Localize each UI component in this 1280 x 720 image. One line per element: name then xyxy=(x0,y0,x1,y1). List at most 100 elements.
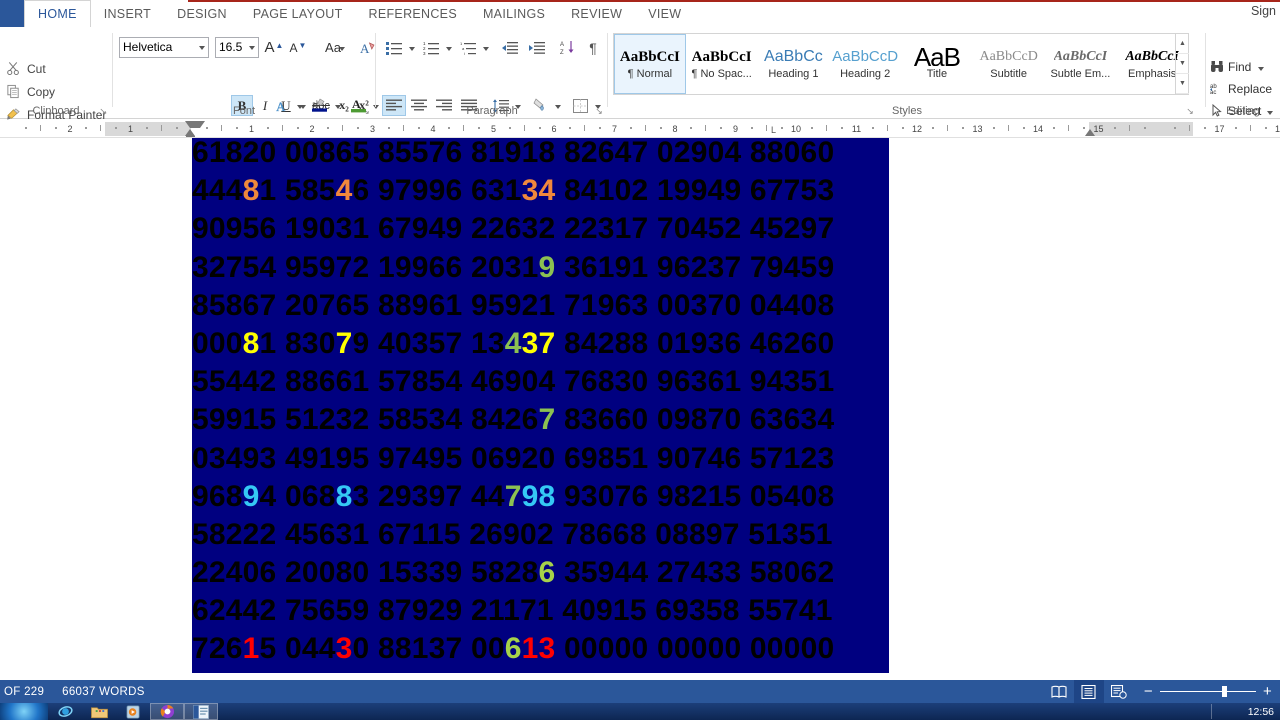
word-count-status[interactable]: 66037 WORDS xyxy=(62,686,145,698)
ribbon-tab-design[interactable]: DESIGN xyxy=(164,0,240,27)
digit-group-space xyxy=(741,365,750,398)
decrease-indent-button[interactable] xyxy=(497,37,522,58)
digit-group-space xyxy=(555,403,564,436)
media-player-icon[interactable] xyxy=(116,703,150,720)
digit-group-space xyxy=(276,327,285,360)
digit-run: 58222 xyxy=(192,517,277,551)
style-item-normal[interactable]: AaBbCcI ¶ Normal xyxy=(614,34,686,94)
ruler-half-tick xyxy=(826,125,828,131)
digit-run: 55741 xyxy=(748,594,833,628)
ruler-half-tick xyxy=(765,125,767,131)
ribbon-tab-review[interactable]: REVIEW xyxy=(558,0,635,27)
paragraph-dialog-launcher[interactable]: ↘ xyxy=(594,106,604,116)
hanging-indent-marker[interactable] xyxy=(185,129,195,136)
ribbon-tab-view[interactable]: VIEW xyxy=(635,0,694,27)
increase-indent-button[interactable] xyxy=(524,37,549,58)
read-mode-icon[interactable] xyxy=(1044,680,1074,703)
ribbon-tab-home[interactable]: HOME xyxy=(24,0,91,27)
text-effects-button[interactable]: A xyxy=(270,95,294,116)
bullets-dropdown[interactable] xyxy=(406,37,416,58)
styles-gallery-scrollbar[interactable]: ▲ ▼ ▼ xyxy=(1175,34,1189,94)
cut-button[interactable]: Cut xyxy=(6,60,46,77)
sort-button[interactable]: AZ xyxy=(556,37,580,58)
numbering-dropdown[interactable] xyxy=(443,37,453,58)
style-item-no-spac[interactable]: AaBbCcI ¶ No Spac... xyxy=(686,34,758,94)
ruler-minor-tick xyxy=(296,127,299,129)
zoom-thumb[interactable] xyxy=(1221,686,1227,697)
tab-stop-marker[interactable]: L xyxy=(771,126,776,135)
styles-dialog-launcher[interactable]: ↘ xyxy=(1185,106,1195,116)
digit-group-space xyxy=(462,480,471,513)
styles-more-button[interactable]: ▼ xyxy=(1176,74,1189,94)
sign-in-link[interactable]: Sign xyxy=(1251,4,1276,18)
numbering-button[interactable]: 1 2 3 xyxy=(419,37,443,58)
digit-group-space xyxy=(369,212,378,245)
ruler-half-tick xyxy=(1189,125,1191,131)
digit-run: 82647 xyxy=(563,138,649,169)
copy-button[interactable]: Copy xyxy=(6,83,55,100)
clipboard-dialog-launcher[interactable]: ↘ xyxy=(98,106,108,116)
ruler-minor-tick xyxy=(175,127,178,129)
show-formatting-marks-button[interactable]: ¶ xyxy=(582,37,604,58)
colored-digit-run: 13 xyxy=(521,632,556,666)
style-item-subtitle[interactable]: AaBbCcD Subtitle xyxy=(973,34,1045,94)
zoom-slider[interactable]: − + xyxy=(1134,684,1280,699)
multilevel-list-dropdown[interactable] xyxy=(480,37,490,58)
find-button[interactable]: Find xyxy=(1210,57,1265,76)
zoom-track[interactable] xyxy=(1159,686,1256,697)
digit-run: 5828 xyxy=(470,556,539,590)
multilevel-list-button[interactable]: 1 a i xyxy=(456,37,480,58)
ribbon-tab-mailings[interactable]: MAILINGS xyxy=(470,0,558,27)
document-canvas[interactable]: 61820 00865 85576 81918 82647 02904 8806… xyxy=(0,138,1280,680)
digit-group-space xyxy=(648,212,657,245)
file-tab[interactable] xyxy=(0,0,24,27)
internet-explorer-icon[interactable] xyxy=(48,703,82,720)
text-effects-dropdown[interactable] xyxy=(294,95,304,116)
colored-digit-run: 9 xyxy=(242,479,260,513)
zoom-out-button[interactable]: − xyxy=(1144,684,1153,699)
page-number-status[interactable]: OF 229 xyxy=(4,686,44,698)
digit-group-space xyxy=(741,480,750,513)
colored-digit-run: 7 xyxy=(504,479,522,513)
file-explorer-icon[interactable] xyxy=(82,703,116,720)
bullets-button[interactable] xyxy=(382,37,406,58)
digit-run: 76830 xyxy=(563,365,649,399)
svg-text:i: i xyxy=(464,51,465,55)
style-name: Subtle Em... xyxy=(1050,67,1111,80)
print-layout-icon[interactable] xyxy=(1073,680,1104,703)
digit-run: 55442 xyxy=(192,365,277,399)
document-text-row: 32754 95972 19966 20319 36191 96237 7945… xyxy=(192,249,889,287)
ribbon-tab-insert[interactable]: INSERT xyxy=(91,0,164,27)
start-button[interactable] xyxy=(0,703,48,720)
digit-run: 83660 xyxy=(563,403,649,437)
style-item-heading-2[interactable]: AaBbCcD Heading 2 xyxy=(829,34,901,94)
replace-button[interactable]: ab ac Replace xyxy=(1210,79,1272,98)
digit-run: 22406 xyxy=(192,556,277,590)
right-indent-marker[interactable] xyxy=(1085,129,1095,136)
ruler-minor-tick xyxy=(962,127,965,129)
horizontal-ruler[interactable]: 211234567891011121314151718 L xyxy=(0,120,1280,138)
font-color-button[interactable]: A xyxy=(346,95,370,116)
digit-run: 6 xyxy=(352,174,370,208)
style-item-title[interactable]: AaB Title xyxy=(901,34,973,94)
document-page[interactable]: 61820 00865 85576 81918 82647 02904 8806… xyxy=(41,138,1127,680)
ribbon-tab-references[interactable]: REFERENCES xyxy=(356,0,470,27)
web-layout-icon[interactable] xyxy=(1104,680,1134,703)
highlight-dropdown[interactable] xyxy=(332,95,342,116)
style-name: Heading 2 xyxy=(840,67,891,80)
font-name-combobox[interactable]: Helvetica xyxy=(119,37,209,58)
style-item-heading-1[interactable]: AaBbCc Heading 1 xyxy=(758,34,830,94)
chrome-icon[interactable] xyxy=(150,703,184,720)
text-highlight-button[interactable]: ab xyxy=(308,95,332,116)
ribbon-tab-page-layout[interactable]: PAGE LAYOUT xyxy=(240,0,356,27)
style-item-subtle-em[interactable]: AaBbCcI Subtle Em... xyxy=(1045,34,1117,94)
styles-gallery[interactable]: AaBbCcI ¶ Normal AaBbCcI ¶ No Spac... AaBbCc… xyxy=(613,33,1189,95)
styles-scroll-up-button[interactable]: ▲ xyxy=(1176,34,1189,54)
font-size-combobox[interactable]: 16.5 xyxy=(215,37,259,58)
styles-scroll-down-button[interactable]: ▼ xyxy=(1176,54,1189,74)
document-text-selection[interactable]: 61820 00865 85576 81918 82647 02904 8806… xyxy=(192,138,889,673)
word-icon[interactable] xyxy=(184,703,218,720)
zoom-in-button[interactable]: + xyxy=(1263,684,1272,699)
taskbar-clock[interactable]: 12:56 xyxy=(1248,703,1274,720)
digit-run: 96237 xyxy=(656,250,742,284)
